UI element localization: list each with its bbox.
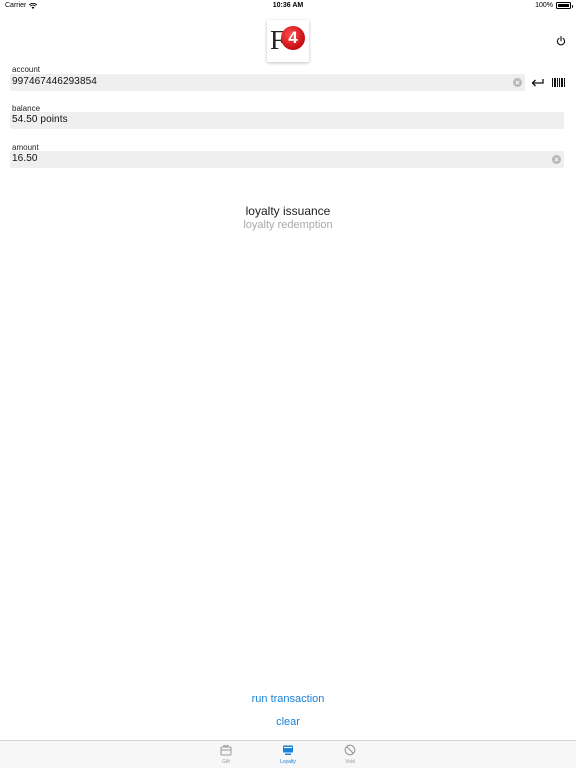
clear-icon — [515, 80, 520, 85]
tab-gift-label: Gift — [222, 759, 230, 765]
void-icon — [344, 744, 356, 756]
power-icon — [556, 36, 566, 46]
account-value: 997467446293854 — [12, 76, 97, 87]
run-transaction-button[interactable]: run transaction — [0, 693, 576, 705]
tab-void[interactable]: Void — [330, 744, 370, 765]
picker-selected-option[interactable]: loyalty issuance — [188, 203, 388, 219]
amount-field[interactable]: 16.50 — [10, 151, 564, 168]
logo-number: 4 — [281, 26, 305, 50]
tab-loyalty[interactable]: Loyalty — [268, 744, 308, 765]
balance-value: 54.50 points — [12, 114, 68, 125]
account-clear-button[interactable] — [513, 78, 522, 87]
gift-card-icon — [220, 744, 232, 756]
tab-gift[interactable]: Gift — [206, 744, 246, 765]
status-time: 10:36 AM — [272, 2, 304, 9]
account-field[interactable]: 997467446293854 — [10, 74, 525, 91]
transaction-type-picker[interactable]: loyalty issuance loyalty redemption — [188, 203, 388, 232]
app-root: Carrier 10:36 AM 100% F 4 account 997467… — [0, 0, 576, 768]
battery-icon — [556, 2, 573, 9]
account-label: account — [12, 65, 41, 74]
amount-clear-button[interactable] — [552, 155, 561, 164]
enter-button[interactable] — [530, 76, 544, 88]
balance-field: 54.50 points — [10, 112, 564, 129]
app-logo: F 4 — [267, 20, 309, 62]
barcode-scan-button[interactable] — [552, 78, 565, 87]
barcode-icon — [552, 78, 553, 87]
status-battery: 100% — [535, 2, 573, 9]
tab-bar: Gift Loyalty Void — [0, 740, 576, 768]
tab-void-label: Void — [345, 759, 355, 765]
clear-icon — [554, 157, 559, 162]
return-arrow-icon — [531, 78, 544, 86]
loyalty-card-icon — [283, 745, 293, 755]
status-bar: Carrier 10:36 AM 100% — [0, 0, 576, 12]
power-button[interactable] — [553, 33, 569, 49]
battery-percent: 100% — [535, 2, 553, 9]
clear-button[interactable]: clear — [0, 716, 576, 728]
picker-option[interactable]: loyalty redemption — [188, 219, 388, 232]
amount-value: 16.50 — [12, 153, 38, 164]
tab-loyalty-label: Loyalty — [280, 759, 296, 765]
